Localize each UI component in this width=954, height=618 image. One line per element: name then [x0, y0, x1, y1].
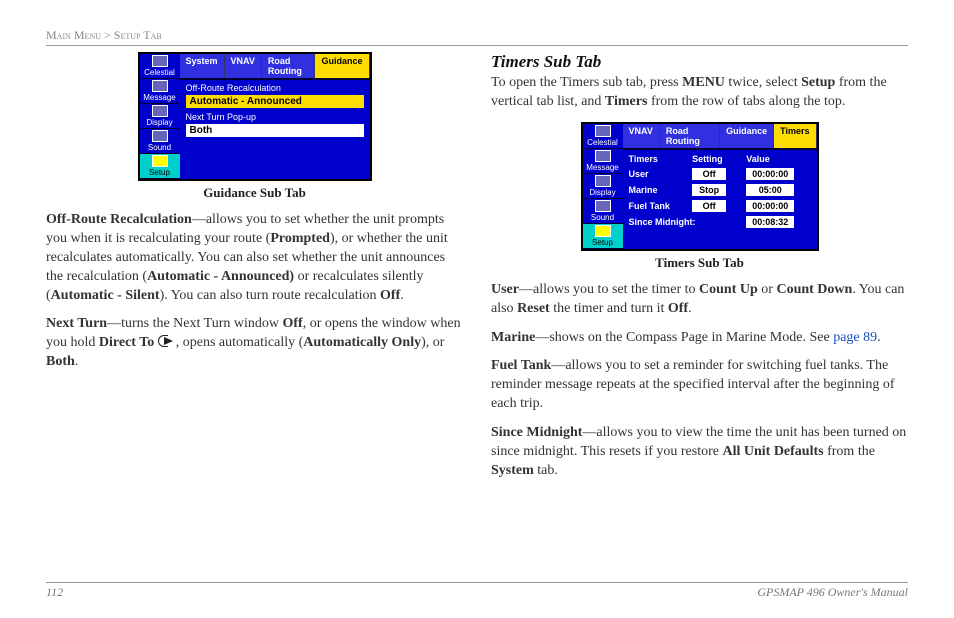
setup-icon	[595, 225, 611, 237]
tab-guidance: Guidance	[720, 124, 774, 148]
sidebar-item-setup: Setup	[583, 224, 623, 249]
timer-row: Fuel TankOff00:00:00	[625, 198, 815, 214]
para-fuel-tank: Fuel Tank—allows you to set a reminder f…	[491, 357, 908, 414]
tab-road-routing: Road Routing	[262, 54, 316, 78]
field-next-turn-value: Both	[186, 124, 364, 137]
breadcrumb-section: Main Menu >	[46, 28, 111, 42]
sound-icon	[152, 130, 168, 142]
timers-hdr-timers: Timers	[625, 152, 689, 166]
tab-timers: Timers	[774, 124, 816, 148]
sidebar-item-sound: Sound	[583, 199, 623, 224]
tab-system: System	[180, 54, 225, 78]
guidance-figure: CelestialMessageDisplaySoundSetup System…	[46, 52, 463, 201]
breadcrumb: Main Menu > Setup Tab	[46, 28, 908, 46]
sidebar-item-display: Display	[140, 104, 180, 129]
sound-icon	[595, 200, 611, 212]
para-marine: Marine—shows on the Compass Page in Mari…	[491, 329, 908, 348]
display-icon	[152, 105, 168, 117]
right-column: Timers Sub Tab To open the Timers sub ta…	[491, 52, 908, 491]
tab-vnav: VNAV	[225, 54, 262, 78]
field-off-route-value: Automatic - Announced	[186, 95, 364, 108]
guidance-caption: Guidance Sub Tab	[46, 185, 463, 201]
sidebar-item-display: Display	[583, 174, 623, 199]
breadcrumb-page: Setup Tab	[114, 28, 162, 42]
since-midnight-value: 00:08:32	[746, 216, 794, 228]
left-column: CelestialMessageDisplaySoundSetup System…	[46, 52, 463, 491]
celestial-icon	[152, 55, 168, 67]
para-since-midnight: Since Midnight—allows you to view the ti…	[491, 424, 908, 481]
celestial-icon	[595, 125, 611, 137]
timer-row: MarineStop05:00	[625, 182, 815, 198]
link-page-89[interactable]: page 89	[833, 330, 877, 345]
display-icon	[595, 175, 611, 187]
para-off-route: Off-Route Recalculation—allows you to se…	[46, 211, 463, 305]
tab-guidance: Guidance	[315, 54, 369, 78]
timers-hdr-value: Value	[742, 152, 814, 166]
setup-icon	[152, 155, 168, 167]
field-next-turn-label: Next Turn Pop-up	[182, 111, 368, 123]
timers-figure: CelestialMessageDisplaySoundSetup VNAVRo…	[491, 122, 908, 271]
timers-heading: Timers Sub Tab	[491, 52, 908, 72]
manual-title: GPSMAP 496 Owner's Manual	[757, 585, 908, 600]
timers-caption: Timers Sub Tab	[491, 255, 908, 271]
para-timers-intro: To open the Timers sub tab, press MENU t…	[491, 74, 908, 112]
tab-vnav: VNAV	[623, 124, 660, 148]
page-number: 112	[46, 585, 63, 600]
direct-to-icon	[158, 335, 176, 346]
field-off-route-label: Off-Route Recalculation	[182, 82, 368, 94]
tab-road-routing: Road Routing	[660, 124, 720, 148]
para-user: User—allows you to set the timer to Coun…	[491, 281, 908, 319]
para-next-turn: Next Turn—turns the Next Turn window Off…	[46, 315, 463, 372]
sidebar-item-celestial: Celestial	[140, 54, 180, 79]
footer: 112 GPSMAP 496 Owner's Manual	[46, 582, 908, 600]
sidebar-item-celestial: Celestial	[583, 124, 623, 149]
message-icon	[595, 150, 611, 162]
since-midnight-label: Since Midnight:	[625, 214, 743, 230]
timer-row: UserOff00:00:00	[625, 166, 815, 182]
sidebar-item-setup: Setup	[140, 154, 180, 179]
message-icon	[152, 80, 168, 92]
sidebar-item-sound: Sound	[140, 129, 180, 154]
sidebar-item-message: Message	[140, 79, 180, 104]
timers-hdr-setting: Setting	[688, 152, 742, 166]
sidebar-item-message: Message	[583, 149, 623, 174]
